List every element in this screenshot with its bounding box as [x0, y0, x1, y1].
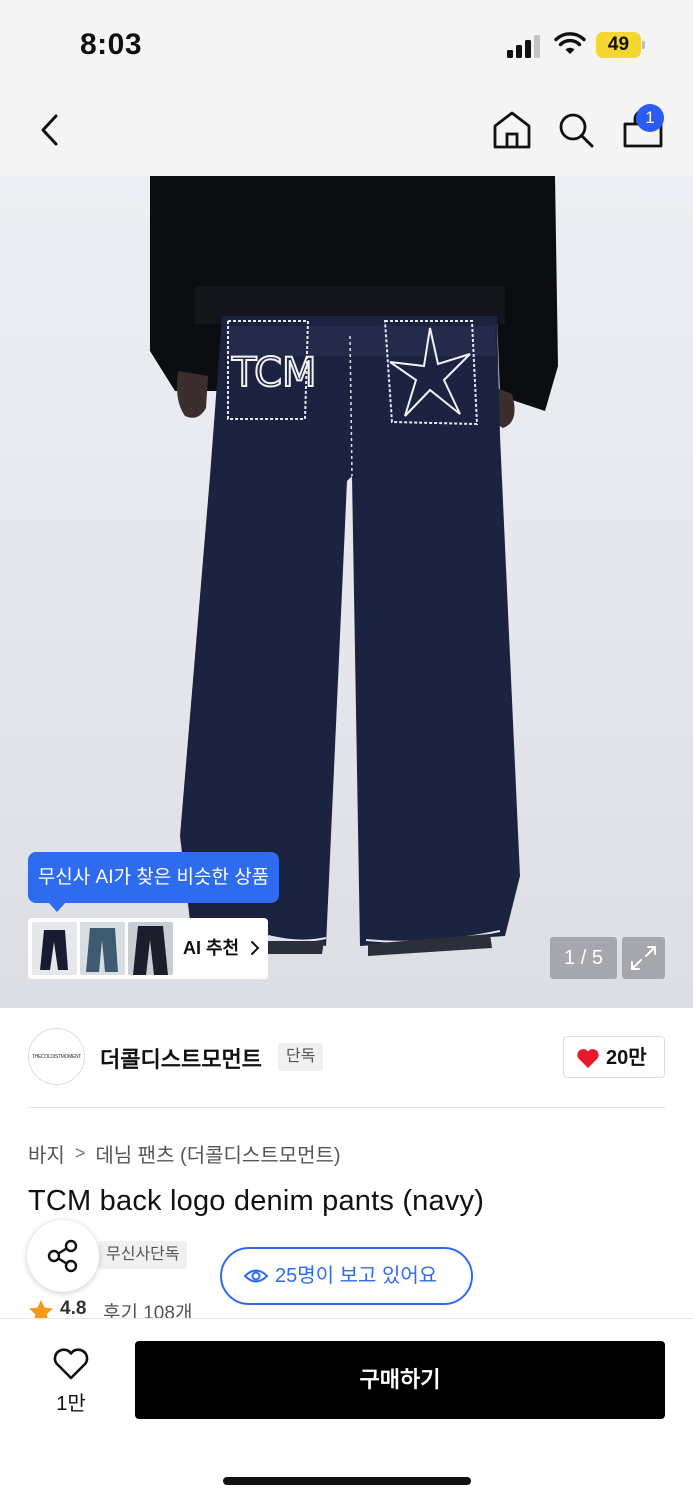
ai-thumb-2[interactable] [80, 922, 125, 975]
nav-bar [0, 90, 693, 176]
divider [28, 1107, 665, 1108]
wifi-icon [554, 32, 586, 54]
search-icon[interactable] [554, 108, 598, 152]
heart-filled-icon [577, 1049, 599, 1068]
brand-name[interactable]: 더콜디스트모먼트 [100, 1042, 262, 1074]
signal-icon [507, 35, 540, 58]
eye-icon [244, 1269, 268, 1283]
battery-icon: 49 [596, 32, 646, 58]
brand-exclusive-tag: 단독 [278, 1043, 324, 1071]
home-icon[interactable] [490, 108, 534, 152]
breadcrumb-item-denim[interactable]: 데님 팬츠 (더콜디스트모먼트) [95, 1139, 340, 1168]
wishlist-button[interactable]: 1만 [38, 1343, 104, 1423]
product-title: TCM back logo denim pants (navy) [28, 1185, 485, 1217]
chevron-right-icon [251, 941, 260, 955]
expand-icon[interactable] [622, 937, 665, 979]
viewers-badge[interactable]: 25명이 보고 있어요 [220, 1247, 473, 1305]
share-icon [47, 1239, 78, 1273]
viewers-text: 25명이 보고 있어요 [275, 1265, 438, 1287]
buy-button[interactable]: 구매하기 [135, 1341, 665, 1419]
breadcrumb-separator: > [74, 1142, 86, 1163]
breadcrumb-item-pants[interactable]: 바지 [28, 1139, 65, 1168]
status-bar: 8:03 49 [0, 0, 693, 90]
brand-like-count: 20만 [606, 1047, 647, 1069]
brand-like-button[interactable]: 20만 [563, 1036, 665, 1078]
breadcrumb: 바지 > 데님 팬츠 (더콜디스트모먼트) [28, 1138, 341, 1168]
wishlist-count: 1만 [56, 1393, 86, 1415]
ai-thumb-1[interactable] [32, 922, 77, 975]
status-time: 8:03 [80, 28, 143, 61]
brand-row: THECOLDISTMOMENT 더콜디스트모먼트 단독 20만 [28, 1028, 665, 1088]
ai-recommend-button[interactable]: AI 추천 [28, 918, 268, 979]
cart-badge: 1 [636, 104, 664, 132]
brand-logo[interactable]: THECOLDISTMOMENT [28, 1028, 85, 1085]
share-button[interactable] [27, 1220, 99, 1292]
ai-thumb-3[interactable] [128, 922, 173, 975]
ai-recommend-label: AI 추천 [183, 938, 240, 958]
heart-outline-icon [53, 1348, 89, 1380]
rating-value: 4.8 [60, 1298, 87, 1319]
pocket-logo: TCM [231, 350, 317, 396]
bottom-bar: 1만 구매하기 [0, 1318, 693, 1500]
ai-tooltip-tail [48, 902, 66, 912]
ai-tooltip: 무신사 AI가 찾은 비슷한 상품 [28, 852, 279, 903]
home-indicator[interactable] [223, 1477, 471, 1485]
battery-level: 49 [596, 32, 641, 58]
image-counter: 1 / 5 [550, 937, 617, 979]
back-icon[interactable] [30, 108, 70, 152]
exclusive-tag: 무신사단독 [99, 1241, 187, 1269]
